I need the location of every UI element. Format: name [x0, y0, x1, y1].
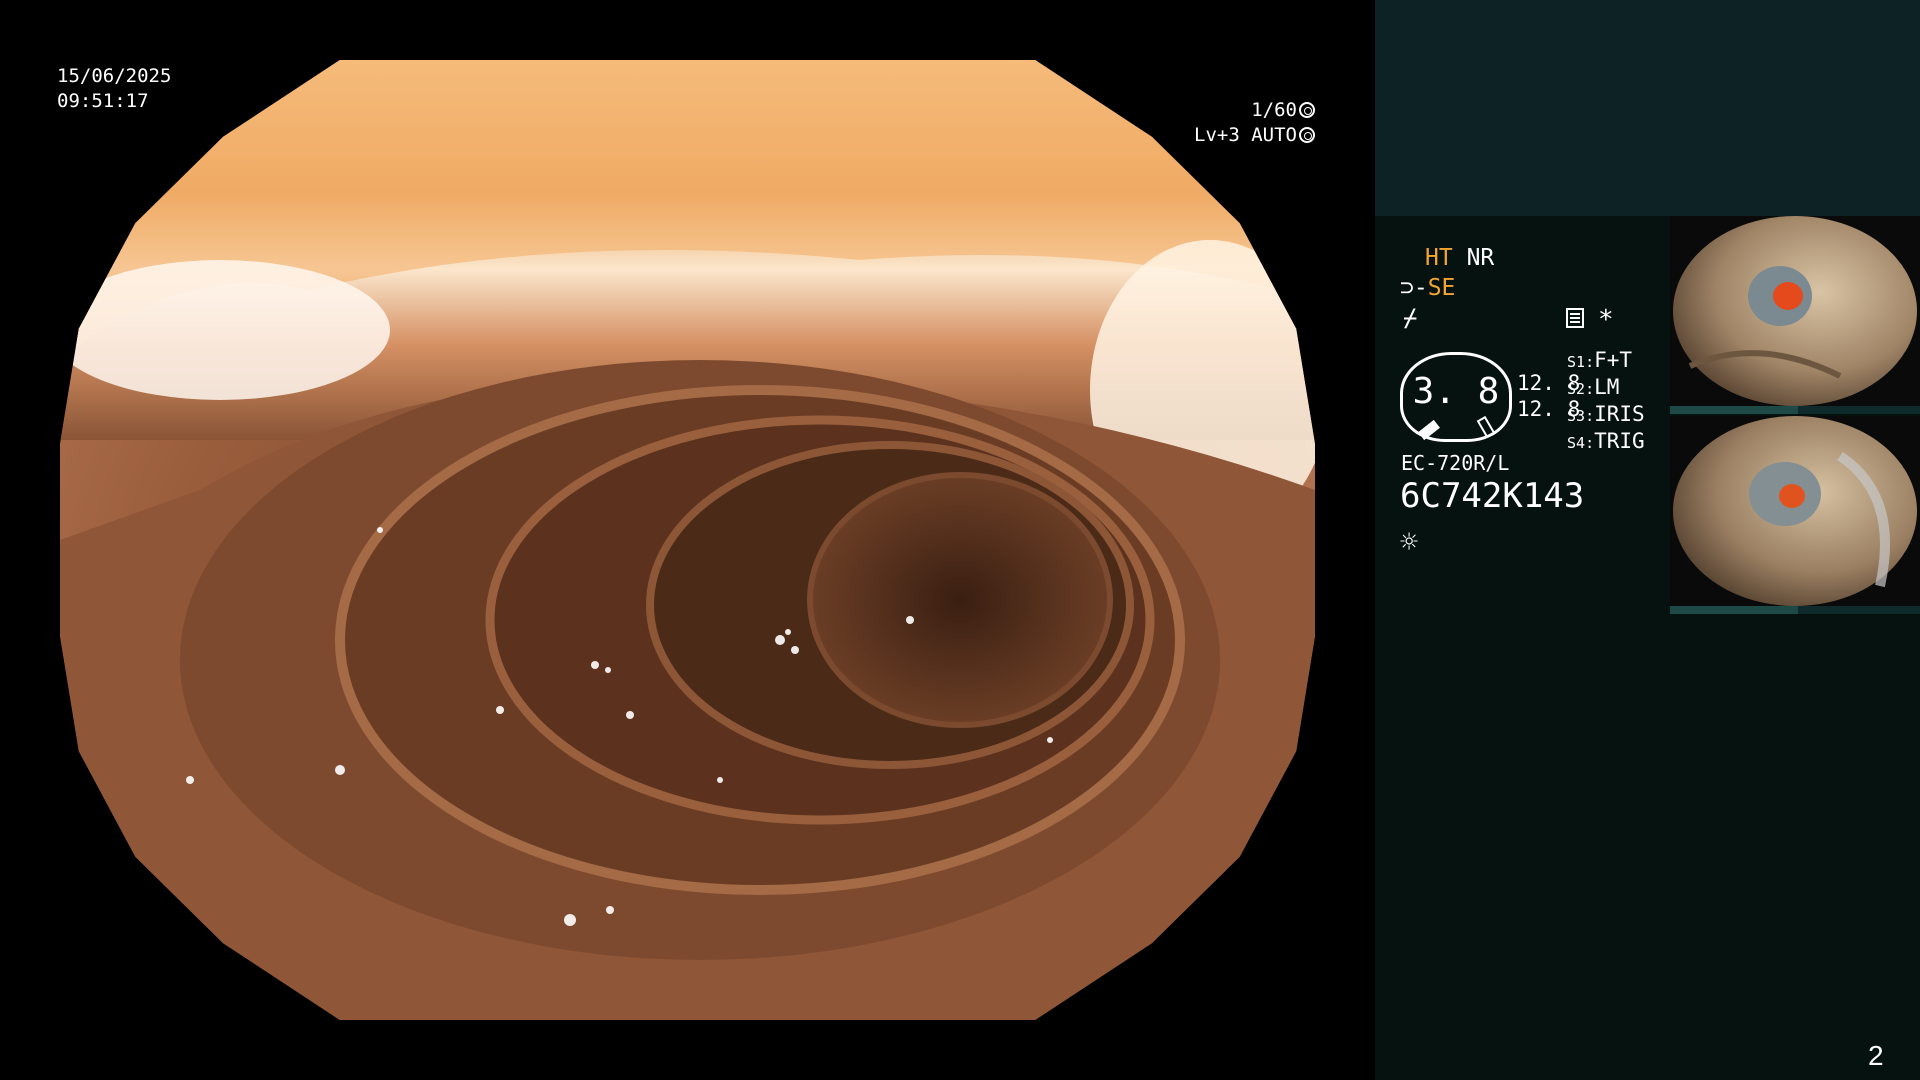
switch-s1: S1:F+T: [1567, 348, 1633, 372]
gauge-value: 3. 8: [1412, 371, 1500, 412]
switch-value: TRIG: [1594, 429, 1645, 453]
mode-text: AUTO: [1251, 124, 1297, 146]
timestamp: 15/06/2025 09:51:17: [57, 64, 171, 114]
switch-key: S3: [1567, 407, 1586, 425]
time-text: 09:51:17: [57, 90, 149, 112]
switch-s4: S4:TRIG: [1567, 429, 1645, 453]
thumbnail-2-bar: [1670, 606, 1920, 614]
structure-enhance-icon: ⊃-: [1400, 275, 1428, 301]
colon-lumen-image: [60, 60, 1315, 1020]
ht-flag: HT: [1425, 245, 1453, 271]
light-source-icon: ☼: [1400, 525, 1419, 560]
aperture-icon: [1299, 102, 1315, 118]
thumbnail-1-bar: [1670, 406, 1920, 414]
date-text: 15/06/2025: [57, 65, 172, 87]
gauge-indicator-left: [1418, 419, 1440, 441]
panel-header-area: [1375, 0, 1920, 216]
switch-s3: S3:IRIS: [1567, 402, 1645, 426]
nr-flag: NR: [1466, 245, 1495, 271]
level-text: Lv+3: [1194, 124, 1240, 146]
captured-thumbnail-1[interactable]: [1670, 216, 1920, 406]
exposure-readout: 1/60 Lv+3 AUTO: [1194, 98, 1315, 148]
page-number: 2: [1868, 1040, 1884, 1071]
gauge-indicator-right: [1476, 415, 1496, 439]
switch-value: F+T: [1594, 348, 1633, 372]
freeze-icon: ⌿: [1403, 304, 1418, 332]
switch-s2: S2:LM: [1567, 375, 1620, 399]
endoscope-live-view: [60, 60, 1315, 1020]
se-line: ⊃-SE: [1400, 273, 1455, 303]
thumbnail-image: [1670, 416, 1920, 606]
captured-thumbnail-2[interactable]: [1670, 416, 1920, 606]
processing-flags: HT NR: [1425, 243, 1494, 273]
record-icon: [1566, 308, 1584, 328]
switch-key: S2: [1567, 380, 1586, 398]
zoom-gauge: 3. 8: [1400, 352, 1512, 442]
scope-serial: 6C742K143: [1400, 476, 1585, 516]
switch-key: S4: [1567, 434, 1586, 452]
se-flag: SE: [1427, 275, 1456, 301]
auto-iris-icon: [1299, 127, 1315, 143]
star-icon: *: [1598, 305, 1614, 335]
switch-value: IRIS: [1594, 402, 1645, 426]
switch-key: S1: [1567, 353, 1586, 371]
switch-assignments: S1:F+T S2:LM S3:IRIS S4:TRIG: [1567, 348, 1645, 456]
scope-model: EC-720R/L: [1401, 451, 1510, 475]
thumbnail-image: [1670, 216, 1920, 406]
switch-value: LM: [1594, 375, 1620, 399]
shutter-text: 1/60: [1251, 99, 1297, 121]
